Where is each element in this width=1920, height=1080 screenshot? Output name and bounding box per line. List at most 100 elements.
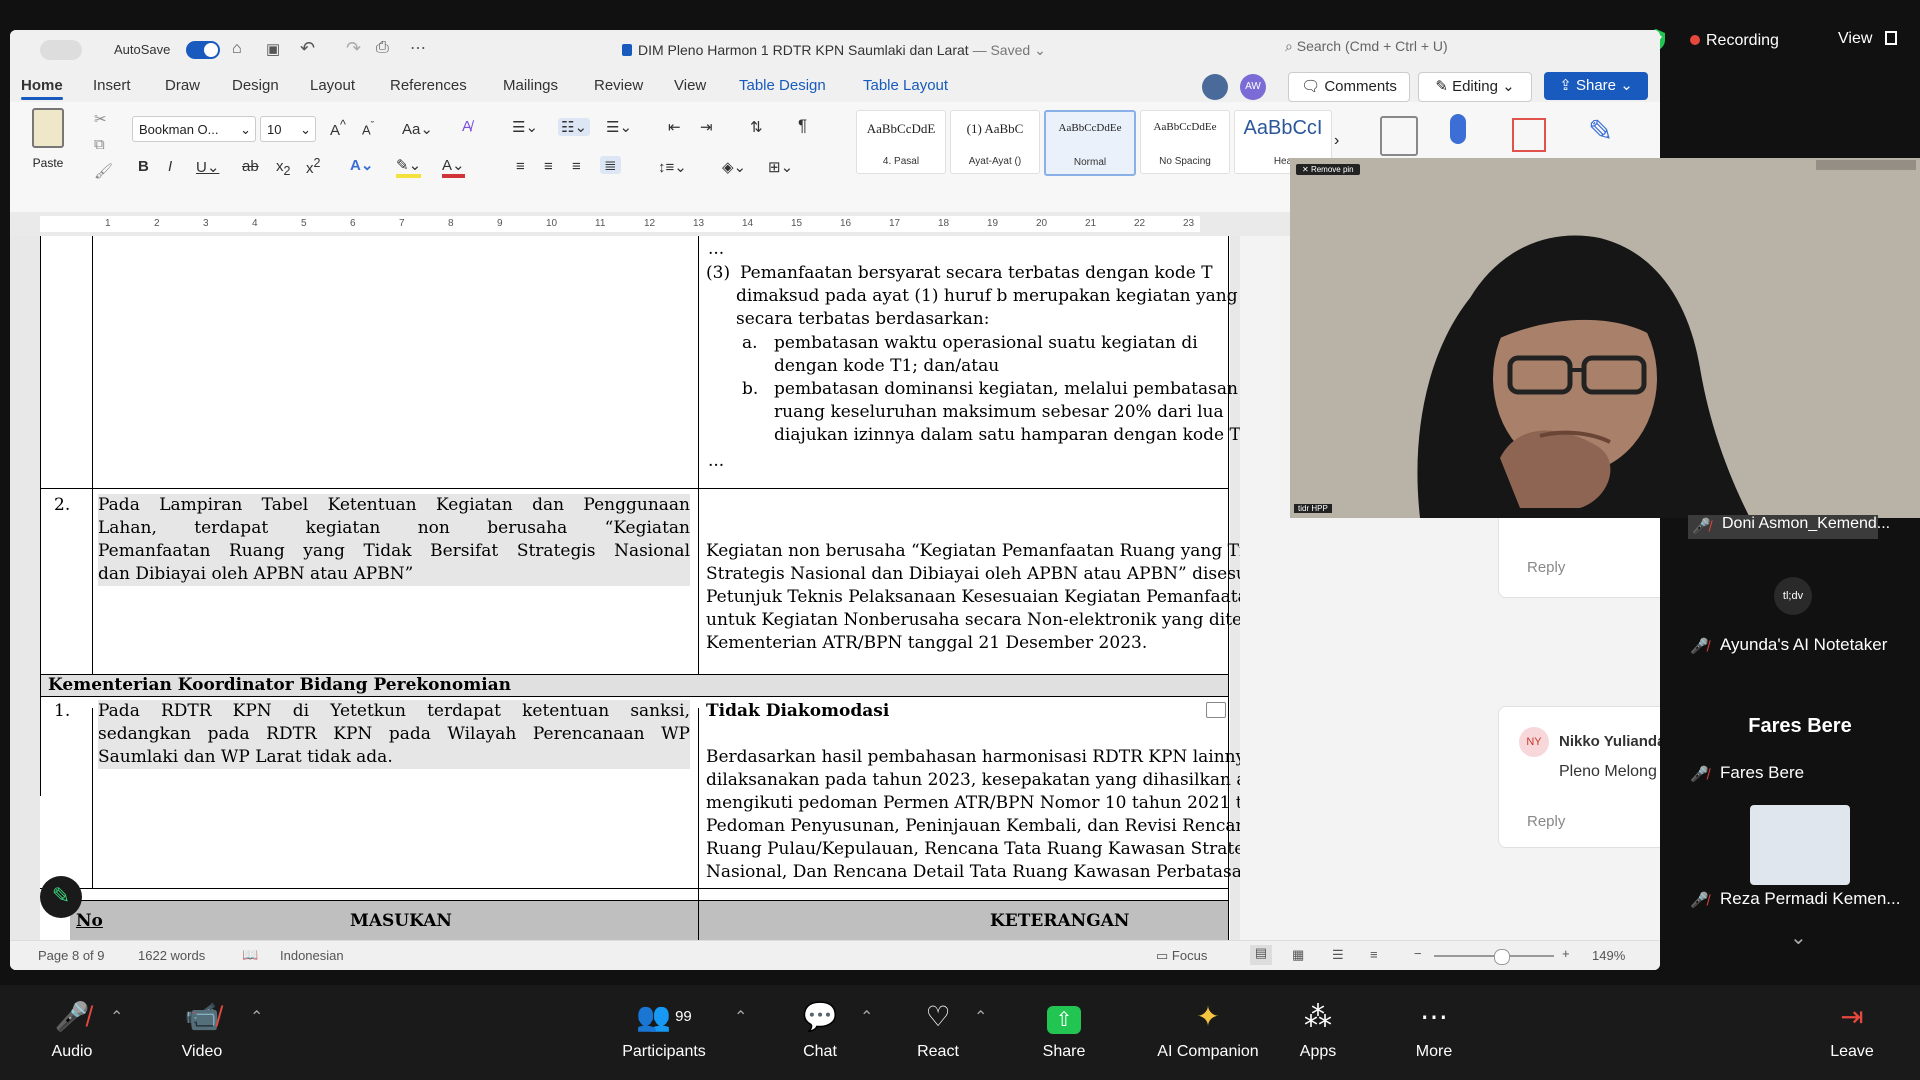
language[interactable]: Indonesian — [280, 948, 344, 963]
video-options-chevron-icon[interactable]: ⌃ — [250, 1007, 263, 1027]
tab-layout[interactable]: Layout — [310, 77, 355, 94]
tab-mailings[interactable]: Mailings — [503, 77, 558, 94]
style-pasal[interactable]: AaBbCcDdE 4. Pasal — [856, 110, 946, 174]
home-icon[interactable]: ⌂ — [232, 40, 242, 58]
react-button[interactable]: ♡ React — [888, 997, 988, 1061]
print-icon[interactable]: ⎙ — [376, 39, 389, 57]
recording-indicator[interactable]: Recording — [1690, 32, 1779, 50]
paste-button[interactable]: Paste — [26, 108, 70, 170]
align-right-icon[interactable]: ≡ — [572, 158, 581, 175]
audio-options-chevron-icon[interactable]: ⌃ — [110, 1007, 123, 1027]
tab-draw[interactable]: Draw — [165, 77, 200, 94]
coauthor-avatar[interactable]: AW — [1240, 74, 1266, 100]
draft-icon[interactable]: ≡ — [1370, 947, 1378, 962]
leave-button[interactable]: ⇥ Leave — [1802, 997, 1902, 1061]
comment-marker-icon[interactable] — [1206, 702, 1226, 718]
draw-pen-button[interactable]: ✎ — [40, 876, 82, 918]
multilevel-list-icon[interactable]: ☰⌄ — [606, 118, 632, 136]
reply-button[interactable]: Reply — [1527, 813, 1565, 830]
text-effects-icon[interactable]: A⌄ — [350, 156, 373, 174]
line-spacing-icon[interactable]: ↕≡⌄ — [658, 158, 687, 176]
grow-font-icon[interactable]: A^ — [330, 118, 346, 139]
numbering-icon[interactable]: ☷⌄ — [558, 118, 591, 136]
comments-button[interactable]: 🗨 Comments — [1288, 72, 1410, 102]
style-ayat[interactable]: (1) AaBbC Ayat-Ayat () — [950, 110, 1040, 174]
row2-right-text[interactable]: Kegiatan non berusaha “Kegiatan Pemanfaa… — [706, 540, 1363, 655]
user-avatar[interactable] — [1202, 74, 1228, 100]
subscript-icon[interactable]: x2 — [276, 158, 290, 178]
tab-home[interactable]: Home — [21, 77, 63, 100]
font-color-icon[interactable]: A⌄ — [442, 156, 465, 178]
style-normal[interactable]: AaBbCcDdEe Normal — [1044, 110, 1136, 176]
underline-icon[interactable]: U⌄ — [196, 158, 219, 176]
share-screen-button[interactable]: ⇧ Share — [1014, 997, 1114, 1061]
shading-icon[interactable]: ◈⌄ — [722, 158, 746, 176]
cut-icon[interactable]: ✂ — [94, 110, 107, 128]
tab-table-layout[interactable]: Table Layout — [863, 77, 948, 94]
increase-indent-icon[interactable]: ⇥ — [700, 118, 713, 136]
more-commands-icon[interactable]: ⋯ — [410, 38, 426, 58]
participant-tile[interactable]: 🎤̸ Reza Permadi Kemen... — [1690, 889, 1920, 910]
zoom-slider-thumb[interactable] — [1494, 949, 1510, 965]
save-icon[interactable]: ▣ — [266, 40, 280, 58]
zoom-slider[interactable] — [1434, 949, 1554, 965]
format-painter-icon[interactable]: 🖌 — [94, 162, 113, 180]
row3-right-text[interactable]: Berdasarkan hasil pembahasan harmonisasi… — [706, 746, 1322, 884]
superscript-icon[interactable]: x2 — [306, 156, 320, 177]
font-name-select[interactable]: Bookman O... ⌄ — [132, 116, 256, 142]
bullets-icon[interactable]: ☰⌄ — [512, 118, 538, 136]
editor-icon[interactable]: ✎ — [1588, 114, 1613, 149]
shrink-font-icon[interactable]: Aˇ — [362, 120, 374, 137]
ai-companion-button[interactable]: ✦ AI Companion — [1148, 997, 1268, 1061]
page-count[interactable]: Page 8 of 9 — [38, 948, 105, 963]
outline-icon[interactable]: ☰ — [1332, 947, 1344, 963]
copy-icon[interactable]: ⧉ — [94, 136, 105, 153]
search-box[interactable]: ⌕ Search (Cmd + Ctrl + U) — [1285, 38, 1615, 62]
document-title[interactable]: DIM Pleno Harmon 1 RDTR KPN Saumlaki dan… — [622, 42, 1046, 59]
italic-icon[interactable]: I — [168, 158, 172, 175]
audio-button[interactable]: 🎤̸ Audio — [22, 997, 122, 1061]
view-button[interactable]: View — [1838, 30, 1897, 48]
document-page[interactable]: ... (3) Pemanfaatan bersyarat secara ter… — [40, 236, 1363, 940]
remove-pin-button[interactable]: ✕ Remove pin — [1296, 164, 1360, 175]
sidebar-toggle-icon[interactable] — [40, 40, 82, 60]
pinned-video-tile[interactable]: ✕ Remove pin tidr HPP — [1290, 158, 1920, 518]
react-options-chevron-icon[interactable]: ⌃ — [974, 1007, 987, 1027]
participant-tile[interactable]: 🎤̸ Doni Asmon_Kemend... — [1688, 515, 1890, 539]
participants-options-chevron-icon[interactable]: ⌃ — [734, 1007, 747, 1027]
more-button[interactable]: ⋯ More — [1384, 997, 1484, 1061]
bold-icon[interactable]: B — [138, 158, 149, 175]
reply-button[interactable]: Reply — [1527, 559, 1565, 576]
sort-icon[interactable]: ⇅ — [750, 118, 763, 136]
strikethrough-icon[interactable]: ab — [242, 158, 259, 175]
print-layout-icon[interactable]: ▤ — [1250, 945, 1272, 965]
tab-view[interactable]: View — [674, 77, 706, 94]
undo-icon[interactable]: ↶ — [300, 38, 315, 59]
align-left-icon[interactable]: ≡ — [516, 158, 525, 175]
show-formatting-icon[interactable]: ¶ — [798, 116, 807, 136]
web-layout-icon[interactable]: ▦ — [1292, 947, 1304, 963]
chevron-down-icon[interactable]: ⌄ — [1790, 925, 1807, 950]
chat-button[interactable]: 💬 Chat — [770, 997, 870, 1061]
video-button[interactable]: 📹̸ Video — [152, 997, 252, 1061]
share-button[interactable]: ⇪ Share ⌄ — [1544, 72, 1648, 100]
decrease-indent-icon[interactable]: ⇤ — [668, 118, 681, 136]
autosave-toggle[interactable] — [186, 41, 220, 59]
font-size-select[interactable]: 10 ⌄ — [260, 116, 316, 142]
tab-review[interactable]: Review — [594, 77, 643, 94]
zoom-out-icon[interactable]: − — [1414, 946, 1422, 961]
participant-tile[interactable]: 🎤̸ Ayunda's AI Notetaker — [1690, 635, 1920, 656]
tab-references[interactable]: References — [390, 77, 467, 94]
apps-button[interactable]: ⁂ Apps — [1268, 997, 1368, 1061]
row2-left-text[interactable]: Pada Lampiran Tabel Ketentuan Kegiatan d… — [98, 494, 690, 586]
redo-icon[interactable]: ↷ — [346, 38, 361, 59]
styles-more-icon[interactable]: › — [1334, 132, 1339, 150]
tab-table-design[interactable]: Table Design — [739, 77, 826, 94]
align-center-icon[interactable]: ≡ — [544, 158, 553, 175]
proofing-icon[interactable]: 📖 — [242, 947, 258, 963]
participants-button[interactable]: 👥 99 Participants — [614, 997, 714, 1061]
editing-mode-button[interactable]: ✎ Editing ⌄ — [1418, 72, 1532, 102]
row3-left-text[interactable]: Pada RDTR KPN di Yetetkun terdapat keten… — [98, 700, 690, 769]
zoom-level[interactable]: 149% — [1592, 948, 1625, 963]
tab-design[interactable]: Design — [232, 77, 279, 94]
